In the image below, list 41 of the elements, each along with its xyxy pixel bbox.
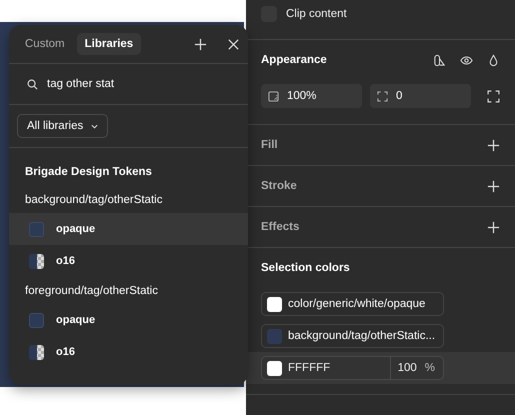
color-style-field[interactable]: color/generic/white/opaque xyxy=(261,292,444,316)
section-title: Fill xyxy=(261,139,278,151)
color-swatch xyxy=(29,312,44,328)
plus-icon[interactable] xyxy=(487,220,500,234)
corner-radius-icon xyxy=(377,90,388,102)
section-title: Appearance xyxy=(261,54,327,66)
tab[interactable]: Libraries xyxy=(76,33,142,55)
library-filter-dropdown[interactable]: All libraries xyxy=(17,114,108,138)
tab[interactable]: Custom xyxy=(17,33,73,55)
section-title: Effects xyxy=(261,221,300,233)
chevron-down-icon xyxy=(91,122,98,130)
percent-label: % xyxy=(424,362,436,374)
color-swatch xyxy=(29,222,44,236)
independent-corners-icon[interactable] xyxy=(487,90,500,102)
plus-icon[interactable] xyxy=(487,180,500,192)
library-title: Brigade Design Tokens xyxy=(24,165,153,180)
color-swatch xyxy=(29,254,44,268)
opacity-icon xyxy=(268,90,279,102)
group-name: background/tag/otherStatic xyxy=(24,193,164,208)
color-style-item[interactable]: o16 xyxy=(9,245,248,277)
eye-icon[interactable] xyxy=(460,54,473,66)
color-style-item[interactable]: opaque xyxy=(9,304,248,336)
add-icon[interactable] xyxy=(194,38,207,50)
drop-icon[interactable] xyxy=(487,54,500,66)
section-title: Selection colors xyxy=(261,262,350,274)
close-icon[interactable] xyxy=(227,38,240,50)
color-swatch xyxy=(29,344,44,360)
checkbox-label: Clip content xyxy=(286,8,347,20)
color-style-item[interactable]: opaque xyxy=(9,213,248,245)
section-title: Stroke xyxy=(261,180,297,192)
search-icon xyxy=(27,78,38,90)
color-style-item[interactable]: o16 xyxy=(9,336,248,368)
color-style-field[interactable]: background/tag/otherStatic... xyxy=(261,324,444,348)
hex-field[interactable]: FFFFFF xyxy=(262,357,391,379)
variable-mode-icon[interactable] xyxy=(433,54,446,66)
plus-icon[interactable] xyxy=(487,138,500,152)
opacity-field[interactable]: 100 xyxy=(391,362,425,374)
corner-radius-field[interactable]: 0 xyxy=(370,84,471,108)
search-field[interactable]: tag other stat xyxy=(47,78,114,90)
group-name: foreground/tag/otherStatic xyxy=(24,284,159,299)
opacity-field[interactable]: 100% xyxy=(261,84,362,108)
